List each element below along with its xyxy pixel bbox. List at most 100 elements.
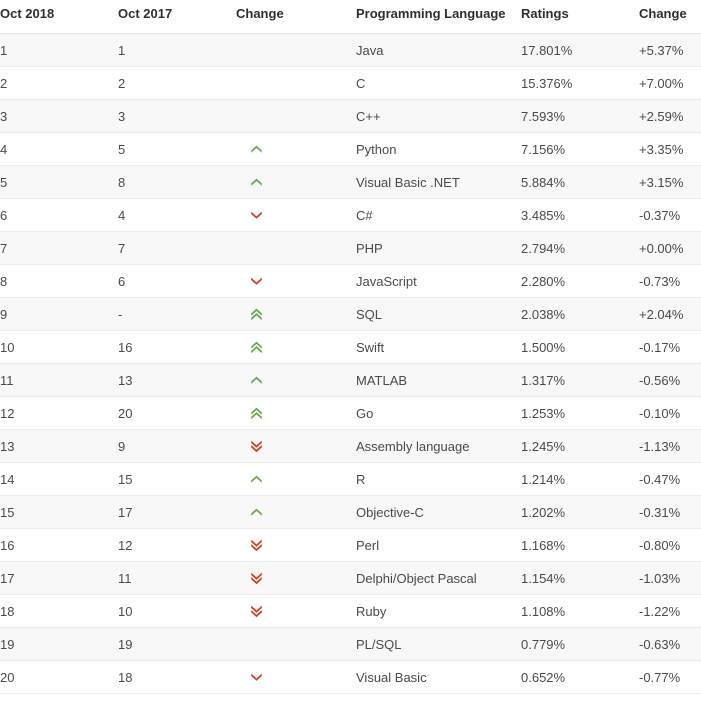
cell-change-indicator	[236, 561, 356, 595]
cell-language-name: C	[356, 66, 521, 100]
column-header-ratings[interactable]: Ratings	[521, 0, 639, 34]
change-indicator-wrapper	[236, 145, 356, 154]
cell-change-indicator	[236, 462, 356, 496]
cell-change-value: +3.15%	[639, 165, 701, 199]
cell-rank-previous: 11	[118, 561, 236, 595]
cell-rank-previous: 16	[118, 330, 236, 364]
cell-rank-current: 10	[0, 330, 118, 364]
cell-change-indicator	[236, 297, 356, 331]
cell-change-value: -0.77%	[639, 660, 701, 694]
cell-change-value: +2.59%	[639, 99, 701, 133]
chevron-down-icon	[250, 211, 263, 220]
cell-language-name: Swift	[356, 330, 521, 364]
double-chevron-up-icon	[250, 407, 263, 420]
table-row: 8 6 JavaScript 2.280% -0.73%	[0, 264, 701, 298]
table-row: 6 4 C# 3.485% -0.37%	[0, 198, 701, 232]
table-row: 17 11 Delphi/Object Pascal 1.154% -1.03%	[0, 561, 701, 595]
cell-rank-previous: 1	[118, 33, 236, 67]
cell-rank-current: 13	[0, 429, 118, 463]
cell-change-value: -0.37%	[639, 198, 701, 232]
cell-change-value: -0.31%	[639, 495, 701, 529]
cell-change-indicator	[236, 264, 356, 298]
cell-change-value: -0.73%	[639, 264, 701, 298]
change-indicator-wrapper	[236, 308, 356, 321]
table-row: 1 1 Java 17.801% +5.37%	[0, 33, 701, 67]
cell-rank-current: 6	[0, 198, 118, 232]
double-chevron-up-icon	[250, 308, 263, 321]
cell-change-value: -0.63%	[639, 627, 701, 661]
cell-rank-previous: 2	[118, 66, 236, 100]
cell-rank-current: 17	[0, 561, 118, 595]
cell-change-value: -1.13%	[639, 429, 701, 463]
column-header-rank-previous[interactable]: Oct 2017	[118, 0, 236, 34]
cell-change-indicator	[236, 198, 356, 232]
cell-change-indicator	[236, 330, 356, 364]
double-chevron-up-icon	[250, 341, 263, 354]
change-indicator-wrapper	[236, 673, 356, 682]
cell-rank-previous: 9	[118, 429, 236, 463]
cell-change-value: +2.04%	[639, 297, 701, 331]
cell-ratings-value: 7.156%	[521, 132, 639, 166]
cell-rank-previous: 7	[118, 231, 236, 265]
cell-language-name: C#	[356, 198, 521, 232]
table-row: 12 20 Go 1.253% -0.10%	[0, 396, 701, 430]
cell-language-name: R	[356, 462, 521, 496]
cell-rank-current: 11	[0, 363, 118, 397]
table-row: 7 7 PHP 2.794% +0.00%	[0, 231, 701, 265]
column-header-change-arrow[interactable]: Change	[236, 0, 356, 34]
cell-change-value: -1.03%	[639, 561, 701, 595]
column-header-rank-current[interactable]: Oct 2018	[0, 0, 118, 34]
cell-rank-current: 16	[0, 528, 118, 562]
table-row: 13 9 Assembly language 1.245% -1.13%	[0, 429, 701, 463]
cell-ratings-value: 1.245%	[521, 429, 639, 463]
table-row: 11 13 MATLAB 1.317% -0.56%	[0, 363, 701, 397]
column-header-change-value[interactable]: Change	[639, 0, 701, 34]
column-header-language[interactable]: Programming Language	[356, 0, 521, 34]
cell-ratings-value: 17.801%	[521, 33, 639, 67]
chevron-up-icon	[250, 145, 263, 154]
change-indicator-wrapper	[236, 440, 356, 453]
change-indicator-wrapper	[236, 508, 356, 517]
cell-change-value: -0.10%	[639, 396, 701, 430]
table-row: 20 18 Visual Basic 0.652% -0.77%	[0, 660, 701, 694]
table-row: 15 17 Objective-C 1.202% -0.31%	[0, 495, 701, 529]
chevron-down-icon	[250, 277, 263, 286]
double-chevron-down-icon	[250, 605, 263, 618]
cell-rank-current: 14	[0, 462, 118, 496]
table-row: 5 8 Visual Basic .NET 5.884% +3.15%	[0, 165, 701, 199]
change-indicator-wrapper	[236, 475, 356, 484]
cell-language-name: Visual Basic	[356, 660, 521, 694]
cell-language-name: Delphi/Object Pascal	[356, 561, 521, 595]
change-indicator-wrapper	[236, 605, 356, 618]
cell-change-value: -0.47%	[639, 462, 701, 496]
table-row: 4 5 Python 7.156% +3.35%	[0, 132, 701, 166]
change-indicator-wrapper	[236, 539, 356, 552]
cell-change-indicator	[236, 429, 356, 463]
cell-ratings-value: 1.168%	[521, 528, 639, 562]
cell-rank-previous: 13	[118, 363, 236, 397]
cell-language-name: MATLAB	[356, 363, 521, 397]
cell-ratings-value: 1.214%	[521, 462, 639, 496]
table-row: 3 3 C++ 7.593% +2.59%	[0, 99, 701, 133]
cell-ratings-value: 15.376%	[521, 66, 639, 100]
cell-change-value: +7.00%	[639, 66, 701, 100]
cell-change-indicator	[236, 132, 356, 166]
cell-ratings-value: 1.317%	[521, 363, 639, 397]
table-row: 2 2 C 15.376% +7.00%	[0, 66, 701, 100]
cell-language-name: Ruby	[356, 594, 521, 628]
cell-language-name: Visual Basic .NET	[356, 165, 521, 199]
cell-change-value: +3.35%	[639, 132, 701, 166]
cell-rank-current: 9	[0, 297, 118, 331]
cell-language-name: Assembly language	[356, 429, 521, 463]
chevron-up-icon	[250, 178, 263, 187]
cell-ratings-value: 2.794%	[521, 231, 639, 265]
cell-rank-current: 5	[0, 165, 118, 199]
cell-change-indicator	[236, 165, 356, 199]
cell-ratings-value: 5.884%	[521, 165, 639, 199]
cell-ratings-value: 1.253%	[521, 396, 639, 430]
change-indicator-wrapper	[236, 178, 356, 187]
cell-change-value: -0.17%	[639, 330, 701, 364]
table-body: 1 1 Java 17.801% +5.37% 2 2 C 15.376% +7.00% 3 3 C++…	[0, 33, 701, 694]
cell-rank-current: 20	[0, 660, 118, 694]
cell-change-indicator	[236, 660, 356, 694]
